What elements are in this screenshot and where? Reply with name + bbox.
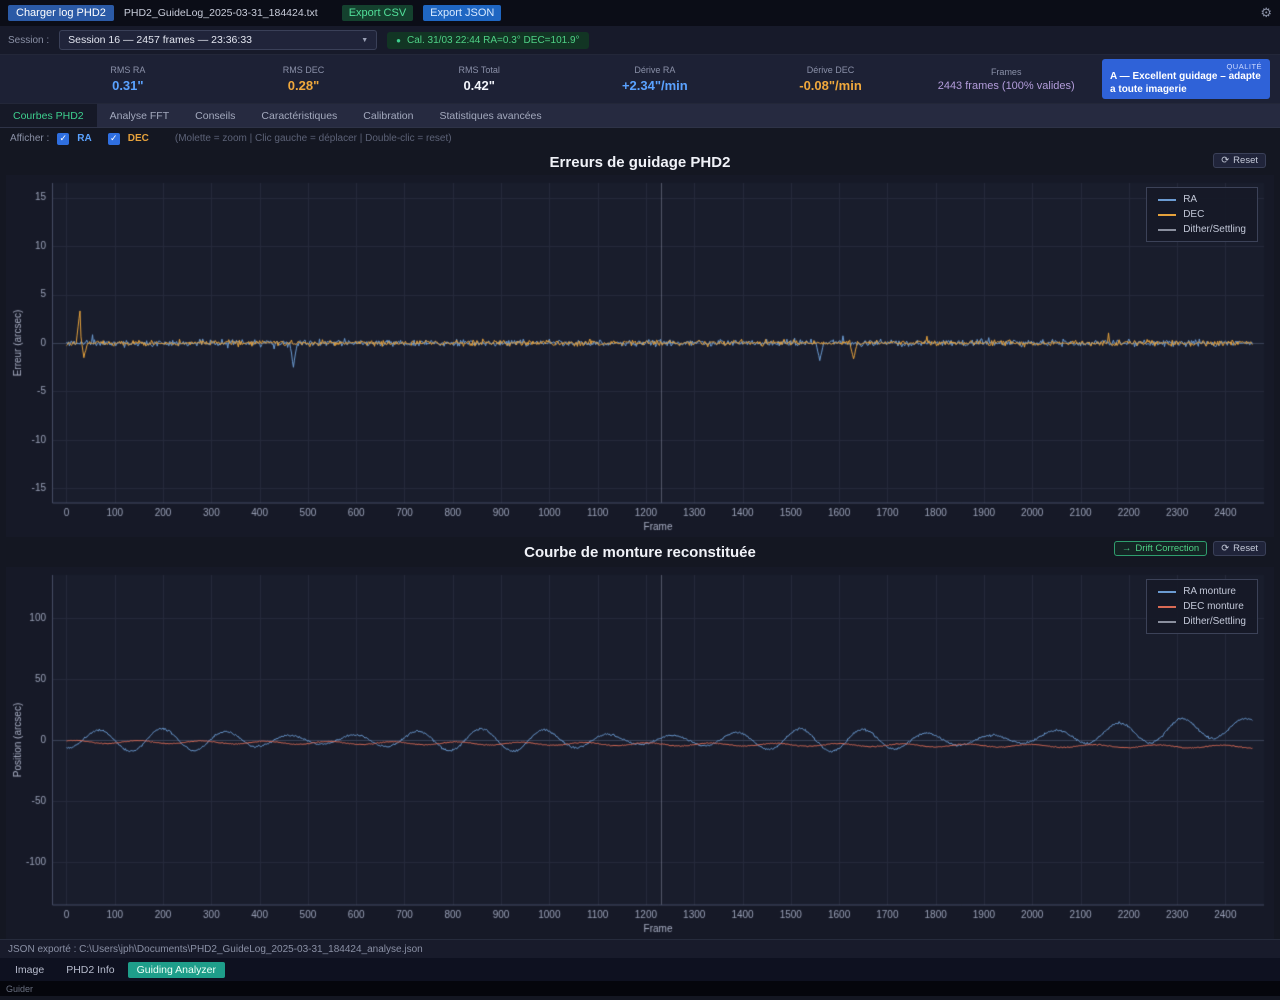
main-tab-bar: Courbes PHD2 Analyse FFT Conseils Caract… [0, 104, 1280, 128]
chart2-body: RA monture DEC monture Dither/Settling [0, 567, 1280, 939]
bottom-tab-guiding-analyzer[interactable]: Guiding Analyzer [127, 961, 226, 978]
top-toolbar: Charger log PHD2 PHD2_GuideLog_2025-03-3… [0, 0, 1280, 26]
calibration-dot-icon: ● [396, 35, 401, 45]
calibration-badge: ● Cal. 31/03 22:44 RA=0.3° DEC=101.9° [387, 31, 589, 49]
ra-checkbox-label: RA [77, 133, 92, 144]
session-select-value: Session 16 — 2457 frames — 23:36:33 [68, 34, 252, 46]
legend-swatch [1158, 605, 1177, 608]
legend-label: RA monture [1183, 586, 1236, 597]
bottom-tab-bar: Image PHD2 Info Guiding Analyzer [0, 958, 1280, 981]
stat-value: 2443 frames (100% valides) [937, 79, 1075, 92]
quality-badge: QUALITÉ A — Excellent guidage – adapte a… [1102, 59, 1271, 99]
legend-item[interactable]: DEC monture [1158, 601, 1246, 612]
legend-item[interactable]: RA monture [1158, 586, 1246, 597]
bottom-tab-image[interactable]: Image [6, 962, 53, 978]
chart1-title: Erreurs de guidage PHD2 [549, 153, 731, 171]
tab-conseils[interactable]: Conseils [182, 104, 248, 127]
reset-icon: ⟳ [1221, 543, 1230, 554]
stat-drift-dec: Dérive DEC -0.08"/min [743, 65, 919, 93]
session-bar: Session : Session 16 — 2457 frames — 23:… [0, 26, 1280, 55]
stat-rms-total: RMS Total 0.42" [391, 65, 567, 93]
stat-label: Dérive RA [634, 65, 676, 75]
legend-swatch [1158, 620, 1177, 623]
stat-rms-ra: RMS RA 0.31" [40, 65, 216, 93]
window-strip: Guider [0, 981, 1280, 996]
chart2-title: Courbe de monture reconstituée [524, 543, 756, 561]
chart1-body: RA DEC Dither/Settling [0, 175, 1280, 537]
stats-bar: RMS RA 0.31" RMS DEC 0.28" RMS Total 0.4… [0, 55, 1280, 104]
zoom-hint: (Molette = zoom | Clic gauche = déplacer… [174, 133, 452, 144]
stat-value: 0.42" [463, 78, 495, 93]
guide-errors-plot[interactable] [6, 175, 1274, 537]
legend-label: Dither/Settling [1183, 224, 1246, 235]
legend-swatch [1158, 213, 1177, 216]
legend-label: RA [1183, 194, 1198, 205]
legend-label: Dither/Settling [1183, 616, 1246, 627]
stat-label: RMS RA [110, 65, 146, 75]
stat-frames: Frames 2443 frames (100% valides) [918, 67, 1094, 92]
drift-correction-label: Drift Correction [1135, 543, 1200, 554]
chart1-header: Erreurs de guidage PHD2 ⟳ Reset [0, 149, 1280, 175]
stat-label: RMS DEC [282, 65, 325, 75]
tab-caracteristiques[interactable]: Caractéristiques [248, 104, 350, 127]
stat-value: 0.31" [112, 78, 144, 93]
tab-calibration[interactable]: Calibration [350, 104, 426, 127]
legend-swatch [1158, 590, 1177, 593]
legend-swatch [1158, 228, 1177, 231]
legend-item[interactable]: Dither/Settling [1158, 224, 1246, 235]
chart2-legend: RA monture DEC monture Dither/Settling [1146, 579, 1258, 634]
load-log-button[interactable]: Charger log PHD2 [8, 5, 114, 21]
session-select[interactable]: Session 16 — 2457 frames — 23:36:33 ▼ [59, 30, 378, 50]
filter-bar: Afficher : ✓ RA ✓ DEC (Molette = zoom | … [0, 128, 1280, 149]
log-filename: PHD2_GuideLog_2025-03-31_184424.txt [123, 7, 318, 19]
reset-label: Reset [1233, 155, 1258, 166]
stat-value: 0.28" [287, 78, 320, 93]
legend-swatch [1158, 198, 1177, 201]
stat-rms-dec: RMS DEC 0.28" [216, 65, 392, 93]
filter-label: Afficher : [10, 133, 50, 144]
legend-item[interactable]: DEC [1158, 209, 1246, 220]
ra-checkbox[interactable]: ✓ [57, 132, 70, 145]
bottom-tab-phd2-info[interactable]: PHD2 Info [57, 962, 123, 978]
export-csv-button[interactable]: Export CSV [341, 5, 414, 21]
reset-icon: ⟳ [1221, 155, 1230, 166]
chart2-reset-button[interactable]: ⟳ Reset [1213, 541, 1266, 556]
reset-label: Reset [1233, 543, 1258, 554]
stat-label: Dérive DEC [806, 65, 855, 75]
chevron-down-icon: ▼ [361, 36, 369, 44]
legend-label: DEC [1183, 209, 1205, 220]
window-label: Guider [6, 983, 34, 994]
legend-item[interactable]: RA [1158, 194, 1246, 205]
drift-correction-button[interactable]: → Drift Correction [1113, 541, 1208, 556]
session-label: Session : [8, 34, 50, 46]
stat-label: Frames [990, 66, 1022, 77]
chart2-header: Courbe de monture reconstituée → Drift C… [0, 537, 1280, 567]
export-json-button[interactable]: Export JSON [423, 5, 502, 21]
quality-value: A — Excellent guidage – adapte a toute i… [1110, 71, 1261, 95]
calibration-text: Cal. 31/03 22:44 RA=0.3° DEC=101.9° [406, 34, 580, 46]
legend-label: DEC monture [1183, 601, 1244, 612]
dec-checkbox-label: DEC [127, 133, 149, 144]
quality-label: QUALITÉ [1226, 62, 1263, 71]
status-bar: JSON exporté : C:\Users\jph\Documents\PH… [0, 939, 1280, 958]
stat-value: +2.34"/min [621, 78, 688, 93]
tab-statistiques-avancees[interactable]: Statistiques avancées [427, 104, 555, 127]
settings-gear-icon[interactable]: ⚙ [1260, 5, 1272, 21]
stat-label: RMS Total [458, 65, 500, 75]
tab-courbes-phd2[interactable]: Courbes PHD2 [0, 104, 97, 127]
legend-item[interactable]: Dither/Settling [1158, 616, 1246, 627]
tab-analyse-fft[interactable]: Analyse FFT [97, 104, 183, 127]
json-export-path: JSON exporté : C:\Users\jph\Documents\PH… [8, 943, 423, 955]
chart1-legend: RA DEC Dither/Settling [1146, 187, 1258, 242]
arrow-right-icon: → [1121, 543, 1132, 554]
chart1-reset-button[interactable]: ⟳ Reset [1213, 153, 1266, 168]
stat-value: -0.08"/min [799, 78, 862, 93]
mount-curve-plot[interactable] [6, 567, 1274, 939]
stat-drift-ra: Dérive RA +2.34"/min [567, 65, 743, 93]
dec-checkbox[interactable]: ✓ [107, 132, 120, 145]
